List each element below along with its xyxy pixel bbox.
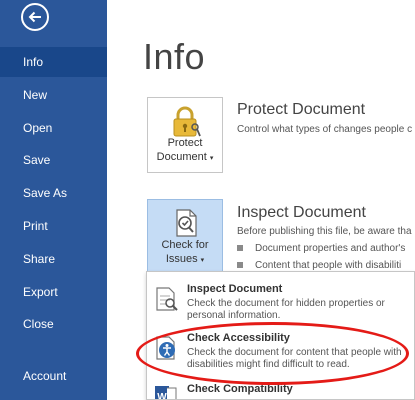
protect-description: Control what types of changes people c [237, 124, 413, 135]
nav-info[interactable]: Info [0, 47, 107, 77]
menu-item-title: Check Accessibility [187, 332, 290, 344]
check-issues-label-1: Check for [161, 239, 209, 251]
nav-close[interactable]: Close [0, 309, 107, 339]
nav-new[interactable]: New [0, 80, 107, 110]
menu-item-inspect-document[interactable]: Inspect Document Check the document for … [147, 280, 414, 326]
menu-item-title: Check Compatibility [187, 383, 293, 395]
inspect-heading: Inspect Document [237, 204, 366, 221]
menu-item-title: Inspect Document [187, 283, 283, 295]
nav-open[interactable]: Open [0, 113, 107, 143]
nav-share[interactable]: Share [0, 244, 107, 274]
menu-item-description: Check the document for hidden properties… [187, 298, 385, 321]
backstage-sidebar: Info New Open Save Save As Print Share E… [0, 0, 107, 400]
inspect-bullet: Document properties and author's [237, 243, 405, 254]
check-issues-label-2: Issues ▾ [165, 253, 205, 265]
check-for-issues-menu: Inspect Document Check the document for … [146, 271, 415, 400]
nav-account[interactable]: Account [0, 361, 107, 391]
bullet-icon [237, 245, 243, 252]
protect-button-label-1: Protect [167, 137, 203, 149]
lock-key-icon [173, 106, 201, 137]
nav-save-as[interactable]: Save As [0, 178, 107, 208]
nav-print[interactable]: Print [0, 211, 107, 241]
inspect-document-icon [156, 287, 178, 311]
accessibility-icon [156, 336, 175, 360]
back-button[interactable] [21, 3, 49, 31]
chevron-down-icon: ▾ [209, 155, 214, 162]
menu-item-check-compatibility[interactable]: W Check Compatibility [147, 380, 414, 400]
protect-button-label-2: Document ▾ [156, 151, 214, 163]
check-for-issues-button[interactable]: Check for Issues ▾ [147, 199, 223, 275]
document-check-icon [176, 209, 197, 237]
bullet-icon [237, 262, 243, 269]
inspect-description: Before publishing this file, be aware th… [237, 226, 412, 237]
page-title: Info [143, 36, 206, 77]
nav-export[interactable]: Export [0, 277, 107, 307]
inspect-bullet: Content that people with disabiliti [237, 260, 401, 271]
nav-save[interactable]: Save [0, 145, 107, 175]
svg-text:W: W [157, 392, 167, 400]
protect-heading: Protect Document [237, 101, 366, 118]
menu-item-check-accessibility[interactable]: Check Accessibility Check the document f… [147, 329, 414, 379]
chevron-down-icon: ▾ [200, 257, 205, 264]
menu-item-description: Check the document for content that peop… [187, 347, 402, 370]
protect-document-button[interactable]: Protect Document ▾ [147, 97, 223, 173]
word-document-icon: W [155, 386, 177, 400]
back-arrow-icon [28, 11, 41, 23]
